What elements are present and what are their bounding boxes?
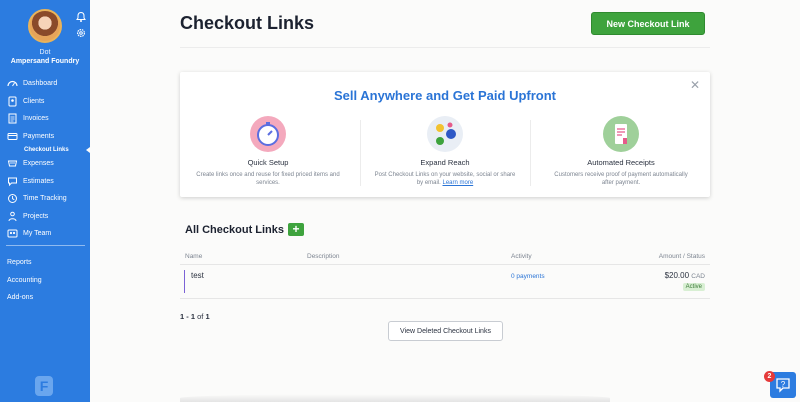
user-name: Dot bbox=[39, 49, 51, 56]
sidebar-item-expenses[interactable]: Expenses bbox=[0, 155, 90, 173]
close-icon[interactable]: ✕ bbox=[690, 78, 700, 92]
add-checkout-link-button[interactable]: + bbox=[288, 223, 304, 236]
sidebar-item-time-tracking[interactable]: Time Tracking bbox=[0, 190, 90, 208]
learn-more-link[interactable]: Learn more bbox=[443, 180, 474, 186]
estimates-icon bbox=[8, 177, 17, 186]
table-row-divider bbox=[180, 298, 710, 299]
dashboard-icon bbox=[7, 81, 18, 87]
clock-icon bbox=[8, 194, 17, 204]
status-badge: Active bbox=[682, 283, 705, 291]
promo-title: Sell Anywhere and Get Paid Upfront bbox=[334, 88, 556, 103]
feature-title: Expand Reach bbox=[420, 158, 470, 167]
sidebar-subitem-label: Checkout Links bbox=[24, 147, 69, 153]
feature-title: Automated Receipts bbox=[587, 158, 655, 167]
row-indicator bbox=[184, 270, 185, 293]
payments-icon bbox=[7, 132, 18, 140]
footer-shadow bbox=[180, 394, 610, 402]
cell-amount: $20.00 CAD bbox=[665, 271, 705, 280]
sidebar-link-reports[interactable]: Reports bbox=[7, 259, 32, 266]
sidebar-item-label: Clients bbox=[23, 97, 45, 105]
invoices-icon bbox=[8, 113, 17, 124]
sidebar-item-label: Time Tracking bbox=[23, 195, 67, 203]
new-checkout-link-button[interactable]: New Checkout Link bbox=[591, 12, 705, 35]
user-org: Ampersand Foundry bbox=[10, 58, 80, 65]
feature-divider bbox=[530, 120, 531, 186]
feature-quick-setup: Quick Setup Create links once and reuse … bbox=[180, 116, 356, 187]
sidebar-link-accounting[interactable]: Accounting bbox=[7, 277, 42, 284]
team-icon bbox=[7, 229, 18, 238]
sidebar-item-label: Invoices bbox=[23, 115, 49, 123]
svg-text:?: ? bbox=[781, 380, 786, 389]
sidebar-item-my-team[interactable]: My Team bbox=[0, 225, 90, 243]
avatar[interactable] bbox=[28, 9, 62, 43]
sidebar-item-payments[interactable]: Payments bbox=[0, 128, 90, 146]
section-title: All Checkout Links bbox=[185, 224, 285, 236]
sidebar-divider bbox=[6, 245, 85, 246]
sidebar-item-invoices[interactable]: Invoices bbox=[0, 110, 90, 128]
bell-icon[interactable] bbox=[75, 11, 87, 23]
header-divider bbox=[180, 47, 710, 48]
expenses-icon bbox=[7, 160, 18, 167]
sidebar-item-clients[interactable]: Clients bbox=[0, 93, 90, 111]
sidebar-item-label: Expenses bbox=[23, 160, 54, 168]
sidebar-subitem-checkout-links[interactable]: Checkout Links bbox=[0, 145, 90, 155]
sidebar-item-dashboard[interactable]: Dashboard bbox=[0, 75, 90, 93]
feature-desc: Customers receive proof of payment autom… bbox=[554, 172, 688, 186]
projects-icon bbox=[8, 211, 17, 221]
sidebar-link-add-ons[interactable]: Add-ons bbox=[7, 294, 33, 301]
sidebar-item-label: Projects bbox=[23, 212, 49, 220]
feature-expand-reach: Expand Reach Post Checkout Links on your… bbox=[357, 116, 533, 187]
stopwatch-icon bbox=[250, 116, 286, 152]
cell-name: test bbox=[191, 271, 204, 280]
pagination-total: 1 bbox=[205, 312, 210, 321]
share-icon bbox=[427, 116, 463, 152]
sidebar-item-label: Estimates bbox=[23, 177, 54, 185]
sidebar-item-label: Dashboard bbox=[23, 80, 58, 88]
column-header-description[interactable]: Description bbox=[307, 253, 340, 260]
column-header-activity[interactable]: Activity bbox=[511, 253, 532, 260]
page-title: Checkout Links bbox=[180, 13, 315, 33]
sidebar-nav: Dashboard Clients Invoices Payments Chec… bbox=[0, 75, 90, 243]
feature-title: Quick Setup bbox=[247, 158, 289, 167]
sidebar: Dot Ampersand Foundry Dashboard Clients … bbox=[0, 0, 90, 402]
feature-automated-receipts: Automated Receipts Customers receive pro… bbox=[533, 116, 709, 187]
clients-icon bbox=[8, 96, 17, 107]
freshbooks-logo[interactable]: F bbox=[35, 376, 53, 396]
cell-activity[interactable]: 0 payments bbox=[511, 273, 545, 280]
notification-count-badge: 2 bbox=[764, 371, 775, 382]
receipt-icon bbox=[603, 116, 639, 152]
column-header-name[interactable]: Name bbox=[185, 253, 202, 260]
view-deleted-checkout-links-button[interactable]: View Deleted Checkout Links bbox=[388, 321, 503, 341]
sidebar-item-label: Payments bbox=[23, 132, 55, 140]
amount-value: $20.00 bbox=[664, 271, 690, 280]
amount-currency: CAD bbox=[691, 273, 705, 280]
feature-desc: Post Checkout Links on your website, soc… bbox=[357, 171, 533, 187]
column-header-amount-status[interactable]: Amount / Status bbox=[659, 253, 705, 260]
pagination-of: of bbox=[197, 312, 204, 321]
pagination-info: 1 - 1 of 1 bbox=[180, 312, 210, 321]
feature-desc: Create links once and reuse for fixed pr… bbox=[196, 172, 340, 186]
gear-icon[interactable] bbox=[75, 27, 87, 39]
pagination-range: 1 - 1 bbox=[180, 312, 196, 321]
sidebar-item-projects[interactable]: Projects bbox=[0, 208, 90, 226]
sidebar-item-label: My Team bbox=[23, 230, 52, 238]
sidebar-item-estimates[interactable]: Estimates bbox=[0, 173, 90, 191]
table-row[interactable]: test 0 payments $20.00 CAD Active bbox=[180, 265, 710, 298]
promo-card: Sell Anywhere and Get Paid Upfront ✕ Qui… bbox=[180, 72, 710, 197]
